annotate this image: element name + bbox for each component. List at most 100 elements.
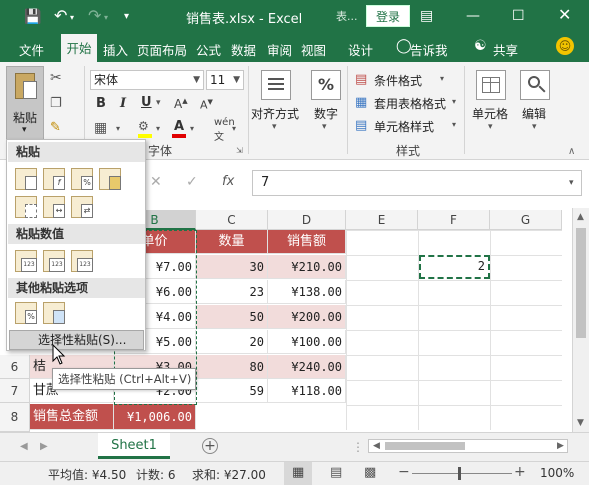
paste-special-menu-item[interactable]: 选择性粘贴(S)... — [9, 330, 144, 350]
redo-icon[interactable]: ↷ — [88, 8, 101, 24]
save-icon[interactable]: 💾 — [24, 10, 41, 24]
close-icon[interactable]: ✕ — [558, 7, 571, 23]
tab-insert[interactable]: 插入 — [103, 40, 128, 59]
paste-formatting-icon[interactable]: % — [15, 302, 37, 324]
table-cell[interactable]: 80 — [196, 355, 268, 379]
page-layout-view-icon[interactable]: ▤ — [330, 465, 342, 480]
column-header-d[interactable]: D — [268, 210, 346, 230]
smiley-feedback-icon[interactable]: ☺ — [556, 37, 574, 55]
vertical-scrollbar[interactable]: ▲ ▼ — [572, 208, 589, 432]
column-header-e[interactable]: E — [346, 210, 418, 230]
formula-input[interactable]: 7 ▾ — [252, 170, 582, 196]
increase-font-icon[interactable]: A▲ — [174, 97, 188, 111]
underline-dropdown-icon[interactable]: ▾ — [156, 98, 161, 108]
fill-color-dropdown-icon[interactable]: ▾ — [156, 124, 160, 133]
share-button[interactable]: 共享 — [493, 40, 518, 59]
enter-formula-button[interactable]: ✓ — [186, 174, 198, 190]
paste-button[interactable]: 粘贴 ▾ — [6, 66, 44, 140]
column-header-f[interactable]: F — [418, 210, 490, 230]
undo-dropdown-icon[interactable]: ▾ — [70, 11, 74, 25]
phonetic-dropdown-icon[interactable]: ▾ — [232, 124, 236, 133]
cancel-formula-button[interactable]: ✕ — [150, 174, 162, 190]
redo-dropdown-icon[interactable]: ▾ — [104, 11, 108, 25]
no-borders-icon[interactable] — [15, 196, 37, 218]
zoom-level[interactable]: 100% — [540, 466, 574, 480]
scroll-down-icon[interactable]: ▼ — [577, 418, 584, 428]
keep-source-formatting-icon[interactable] — [99, 168, 121, 190]
tab-review[interactable]: 审阅 — [267, 40, 292, 59]
font-name-combo[interactable]: 宋体 ▼ — [90, 70, 204, 90]
paste-icon[interactable] — [15, 168, 37, 190]
normal-view-button[interactable]: ▦ — [284, 462, 312, 485]
paste-link-icon[interactable] — [43, 302, 65, 324]
format-as-table-button[interactable]: 套用表格格式 — [374, 95, 446, 112]
customize-qat-icon[interactable]: ▾ — [124, 10, 129, 24]
values-source-formatting-icon[interactable]: 123 — [71, 250, 93, 272]
total-value-cell[interactable]: ¥1,006.00 — [114, 404, 196, 430]
cells-icon[interactable] — [476, 70, 506, 100]
selected-cell-f3[interactable]: 2 — [419, 255, 490, 279]
scroll-right-icon[interactable]: ▶ — [557, 441, 564, 451]
table-cell[interactable]: ¥210.00 — [268, 255, 346, 279]
transpose-icon[interactable]: ⇄ — [71, 196, 93, 218]
font-color-dropdown-icon[interactable]: ▾ — [190, 124, 194, 133]
vertical-scroll-thumb[interactable] — [576, 228, 586, 338]
column-header-g[interactable]: G — [490, 210, 562, 230]
cell-styles-button[interactable]: 单元格样式 — [374, 118, 434, 135]
header-cell-sales[interactable]: 销售额 — [268, 230, 346, 254]
maximize-icon[interactable]: ☐ — [512, 9, 525, 23]
conditional-format-button[interactable]: 条件格式 — [374, 72, 422, 89]
ribbon-display-icon[interactable]: ▤ — [420, 9, 433, 23]
table-cell[interactable]: 59 — [196, 379, 268, 403]
paste-values-icon[interactable]: 123 — [15, 250, 37, 272]
zoom-slider-thumb[interactable] — [458, 467, 461, 480]
row-header-6[interactable]: 6 — [0, 355, 30, 379]
scroll-up-icon[interactable]: ▲ — [577, 212, 584, 222]
borders-dropdown-icon[interactable]: ▾ — [116, 124, 120, 133]
table-cell[interactable]: 50 — [196, 305, 268, 329]
alignment-dropdown-icon[interactable]: ▾ — [272, 122, 277, 132]
header-cell-qty[interactable]: 数量 — [196, 230, 268, 254]
cells-button[interactable]: 单元格 — [472, 105, 508, 122]
bold-button[interactable]: B — [96, 96, 106, 111]
alignment-icon[interactable] — [261, 70, 291, 100]
tab-formulas[interactable]: 公式 — [196, 40, 221, 59]
number-dropdown-icon[interactable]: ▾ — [322, 122, 327, 132]
italic-button[interactable]: I — [120, 96, 126, 111]
decrease-font-icon[interactable]: A▼ — [200, 98, 213, 112]
paste-formulas-icon[interactable]: f — [43, 168, 65, 190]
next-sheet-icon[interactable]: ▶ — [40, 441, 48, 452]
table-cell[interactable]: 23 — [196, 280, 268, 304]
table-cell[interactable]: ¥100.00 — [268, 330, 346, 354]
keep-column-widths-icon[interactable]: ↔ — [43, 196, 65, 218]
editing-dropdown-icon[interactable]: ▾ — [532, 122, 537, 132]
borders-icon[interactable]: ▦ — [94, 120, 107, 136]
zoom-in-icon[interactable]: + — [514, 464, 526, 480]
undo-icon[interactable]: ↶ — [54, 8, 67, 24]
sheet-tab-sheet1[interactable]: Sheet1 — [98, 433, 170, 459]
number-format-button[interactable]: 数字 — [314, 105, 338, 122]
prev-sheet-icon[interactable]: ◀ — [20, 441, 28, 452]
tab-design[interactable]: 设计 — [348, 40, 373, 59]
minimize-icon[interactable]: — — [466, 9, 480, 23]
tab-view[interactable]: 视图 — [301, 40, 326, 59]
table-cell[interactable]: ¥118.00 — [268, 379, 346, 403]
table-cell[interactable]: 20 — [196, 330, 268, 354]
font-size-combo[interactable]: 11 ▼ — [206, 70, 244, 90]
row-header-7[interactable]: 7 — [0, 379, 30, 403]
tab-data[interactable]: 数据 — [231, 40, 256, 59]
tab-split-handle-icon[interactable]: ⋮ — [352, 440, 364, 454]
insert-function-button[interactable]: fx — [222, 174, 234, 189]
login-button[interactable]: 登录 — [366, 5, 410, 27]
tell-me-box[interactable]: 告诉我 — [410, 40, 448, 59]
horizontal-scroll-thumb[interactable] — [385, 442, 465, 450]
horizontal-scrollbar[interactable]: ◀ ▶ — [368, 439, 568, 453]
add-sheet-icon[interactable]: + — [202, 438, 218, 454]
row-header-8[interactable]: 8 — [0, 403, 30, 432]
fill-color-icon[interactable]: ⚙ — [138, 119, 152, 138]
expand-formula-icon[interactable]: ▾ — [569, 178, 574, 188]
collapse-ribbon-icon[interactable]: ∧ — [568, 146, 575, 157]
search-icon[interactable] — [520, 70, 550, 100]
table-cell[interactable]: ¥138.00 — [268, 280, 346, 304]
cut-icon[interactable]: ✂ — [50, 70, 62, 86]
